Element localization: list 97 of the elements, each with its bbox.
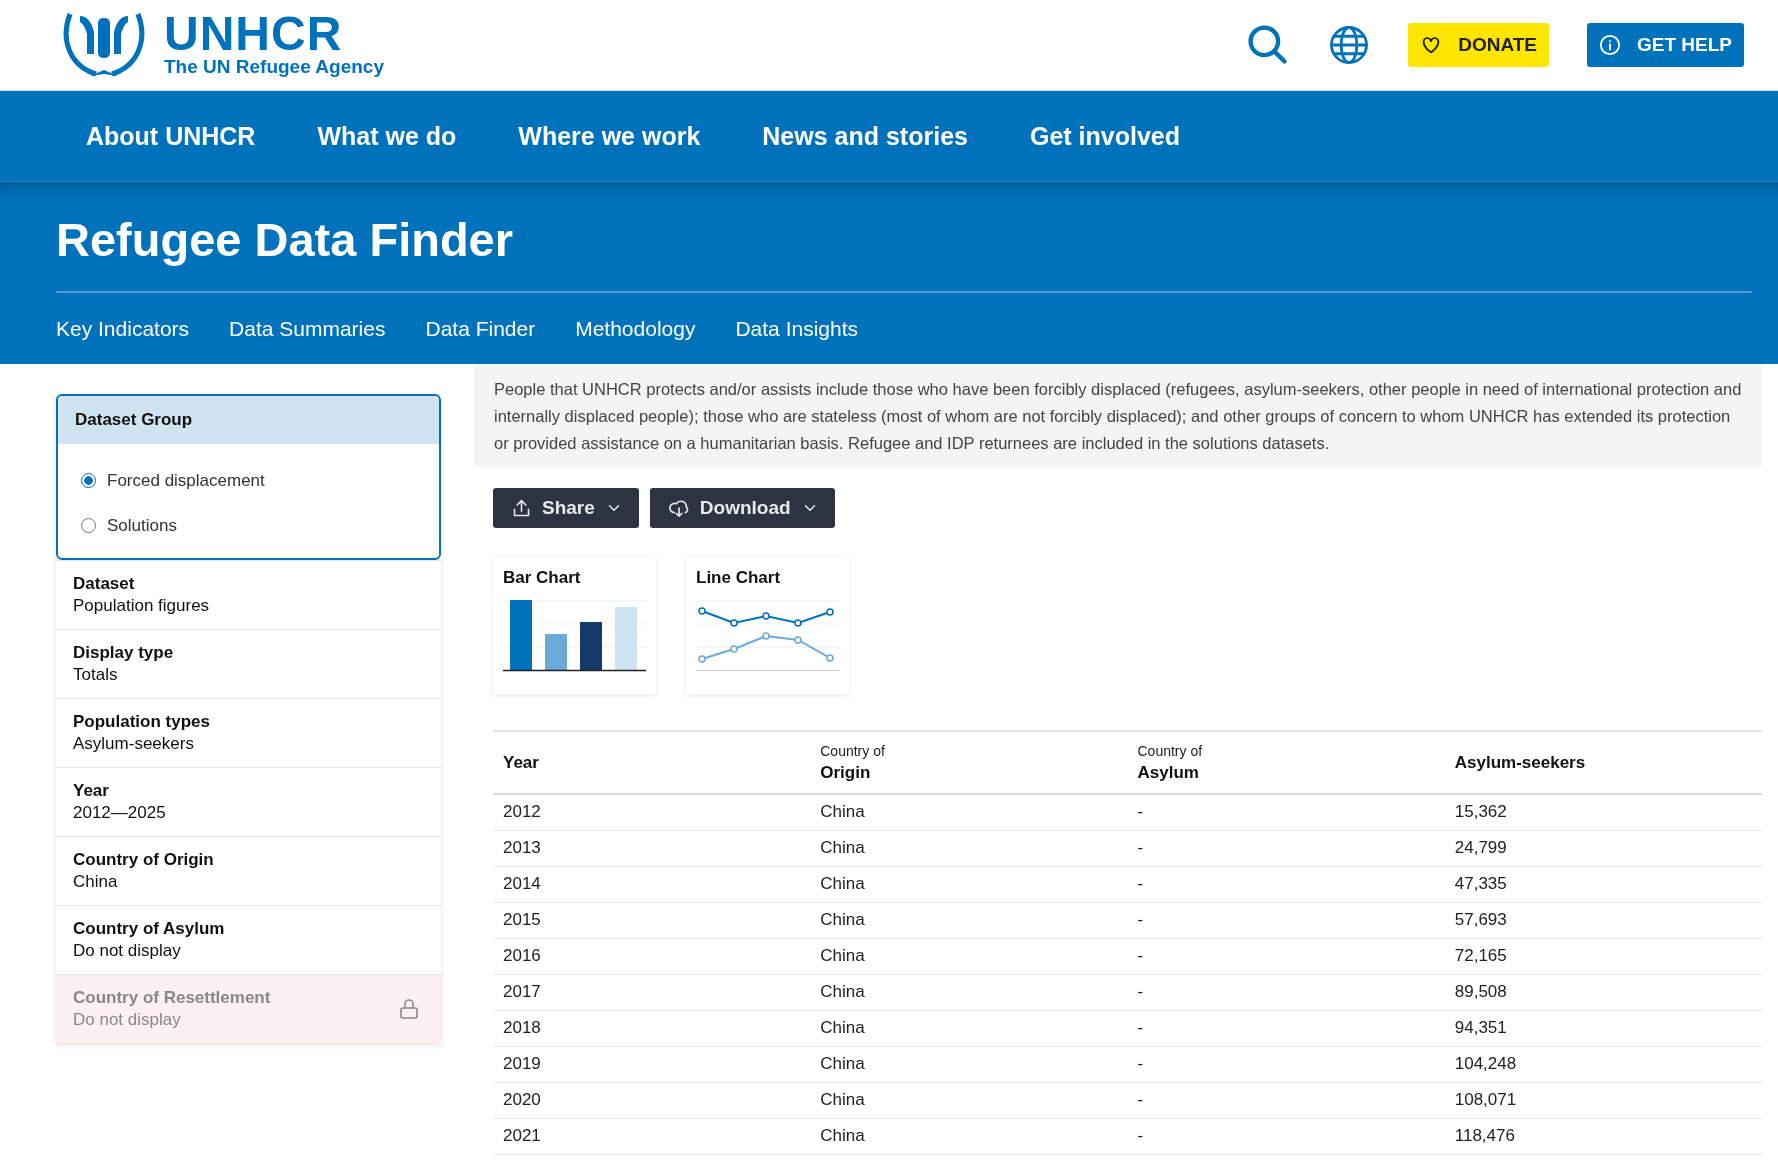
table-cell: - (1127, 1010, 1445, 1046)
cloud-download-icon (667, 497, 690, 519)
radio-option[interactable]: Forced displacement (81, 458, 416, 503)
column-header-prefix: Country of (1137, 742, 1204, 759)
table-cell: China (810, 866, 1128, 902)
table-cell: 108,071 (1444, 1082, 1762, 1118)
table-cell: - (1127, 794, 1445, 830)
dataset-group-title: Dataset Group (58, 396, 439, 444)
filter-value: Do not display (73, 1010, 182, 1030)
chart-type-card[interactable]: Line Chart (686, 557, 849, 694)
language-button[interactable] (1328, 24, 1371, 66)
chart-type-card[interactable]: Bar Chart (493, 557, 656, 694)
subnav-link[interactable]: Data Insights (735, 316, 858, 341)
table-cell: - (1127, 1118, 1445, 1154)
nav-link[interactable]: About UNHCR (86, 121, 256, 151)
table-cell: China (810, 1010, 1128, 1046)
table-cell: 2013 (493, 830, 811, 866)
filter-value: China (73, 872, 119, 892)
subnav-link[interactable]: Data Summaries (229, 316, 386, 341)
column-header: Asylum-seekers (1454, 752, 1587, 773)
table-cell: 2012 (493, 794, 811, 830)
filter-label: Country of Asylum (73, 919, 225, 939)
table-cell: 94,351 (1444, 1010, 1762, 1046)
radio-option[interactable]: Solutions (81, 503, 416, 548)
subnav-link[interactable]: Data Finder (425, 316, 536, 341)
table-cell: China (810, 974, 1128, 1010)
bar-chart-icon (503, 600, 646, 672)
table-cell: 2014 (493, 866, 811, 902)
lock-icon (397, 997, 421, 1021)
table-cell: China (810, 1046, 1128, 1082)
filter-label: Dataset (73, 574, 136, 594)
filter-label: Display type (73, 643, 174, 663)
filter-item[interactable]: Year 2012—2025 (56, 767, 441, 836)
table-cell: China (810, 830, 1128, 866)
logo-tagline: The UN Refugee Agency (164, 56, 384, 78)
page-title: Refugee Data Finder (56, 212, 1752, 293)
filter-item[interactable]: Population types Asylum-seekers (56, 698, 441, 767)
table-cell: - (1127, 974, 1445, 1010)
table-cell: 57,693 (1444, 902, 1762, 938)
column-header: Year (503, 752, 540, 773)
logo-name: UNHCR (164, 12, 344, 56)
table-cell: 118,476 (1444, 1118, 1762, 1154)
get-help-button[interactable]: GET HELP (1587, 23, 1744, 67)
table-cell: 2015 (493, 902, 811, 938)
table-cell: 24,799 (1444, 830, 1762, 866)
filter-value: Totals (73, 665, 119, 685)
filter-label: Country of Resettlement (73, 988, 271, 1008)
download-button[interactable]: Download (649, 488, 835, 528)
table-cell: 2016 (493, 938, 811, 974)
table-cell: 15,362 (1444, 794, 1762, 830)
nav-link[interactable]: Get involved (1029, 121, 1180, 151)
globe-icon (1328, 24, 1371, 66)
column-header: Origin (820, 762, 872, 783)
filter-value: Asylum-seekers (73, 734, 195, 754)
table-cell: 2021 (493, 1118, 811, 1154)
table-cell: China (810, 938, 1128, 974)
filter-value: Population figures (73, 596, 210, 616)
table-cell: 2018 (493, 1010, 811, 1046)
table-cell: 2017 (493, 974, 811, 1010)
description-text: People that UNHCR protects and/or assists include those who have been forcibly displaced (refugees, asylum-seekers, other people in need of international protection and internally displaced people); those who are stateless (most of whom are not forcibly displaced); and other groups of concern to whom UNHCR has extended its protection or provided assistance on a humanitarian basis. Refugee and IDP returnees are included in the solutions datasets. (474, 364, 1762, 467)
table-cell: 47,335 (1444, 866, 1762, 902)
filter-value: Do not display (73, 941, 182, 961)
table-cell: 89,508 (1444, 974, 1762, 1010)
table-cell: 72,165 (1444, 938, 1762, 974)
subnav-link[interactable]: Key Indicators (56, 316, 190, 341)
nav-link[interactable]: What we do (317, 121, 457, 151)
filter-item[interactable]: Dataset Population figures (56, 560, 441, 629)
donate-button[interactable]: DONATE (1408, 23, 1549, 67)
table-cell: China (810, 1082, 1128, 1118)
table-cell: - (1127, 830, 1445, 866)
filter-label: Population types (73, 712, 210, 732)
table-cell: - (1127, 1046, 1445, 1082)
share-button[interactable]: Share (493, 488, 639, 528)
table-cell: 2019 (493, 1046, 811, 1082)
filter-item[interactable]: Country of Asylum Do not display (56, 905, 441, 974)
subnav-link[interactable]: Methodology (575, 316, 696, 341)
filter-label: Year (73, 781, 110, 801)
table-cell: - (1127, 1082, 1445, 1118)
nav-link[interactable]: Where we work (518, 121, 701, 151)
column-header-prefix: Country of (820, 742, 886, 759)
table-cell: - (1127, 866, 1445, 902)
filter-item[interactable]: Display type Totals (56, 629, 441, 698)
line-chart-icon (696, 600, 839, 672)
filter-label: Country of Origin (73, 850, 214, 870)
table-cell: - (1127, 902, 1445, 938)
table-cell: - (1127, 938, 1445, 974)
table-cell: China (810, 1118, 1128, 1154)
table-cell: 104,248 (1444, 1046, 1762, 1082)
table-cell: China (810, 902, 1128, 938)
info-icon (1599, 34, 1621, 56)
nav-link[interactable]: News and stories (762, 121, 968, 151)
filter-value: 2012—2025 (73, 803, 166, 823)
column-header: Asylum (1137, 762, 1200, 783)
share-icon (511, 497, 532, 519)
table-cell: 2020 (493, 1082, 811, 1118)
filter-item[interactable]: Country of Origin China (56, 836, 441, 905)
table-cell: China (810, 794, 1128, 830)
